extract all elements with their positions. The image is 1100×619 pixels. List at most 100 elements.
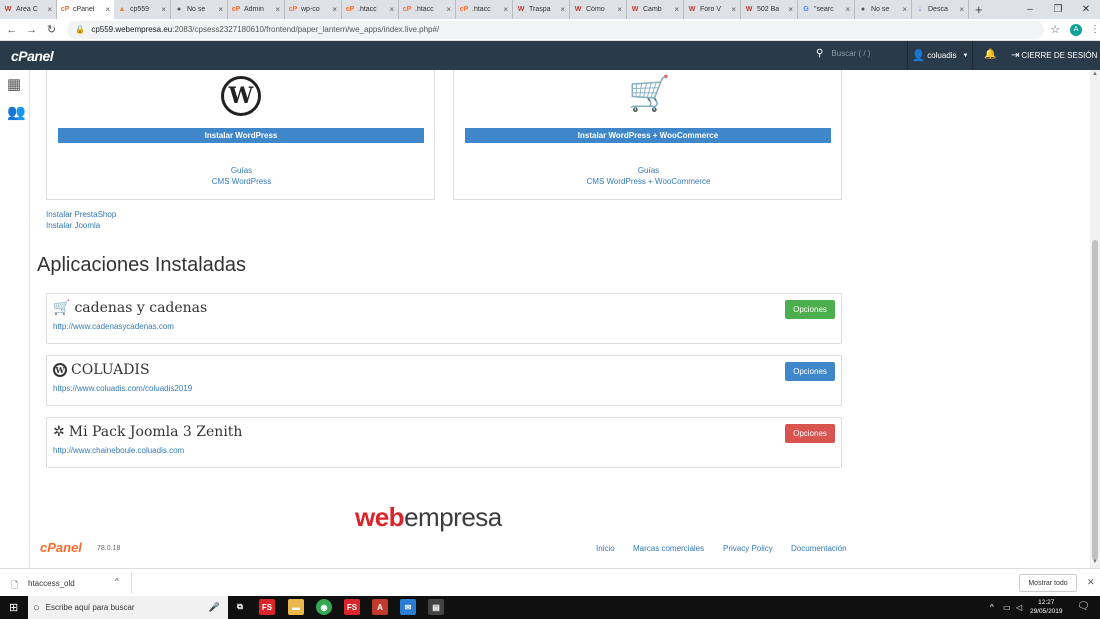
- bookmark-star-icon[interactable]: ☆: [1050, 23, 1060, 36]
- minimize-icon[interactable]: –: [1016, 0, 1044, 19]
- username: coluadis: [927, 51, 957, 60]
- install-wordpress-button[interactable]: Instalar WordPress: [58, 128, 424, 143]
- install-woocommerce-button[interactable]: Instalar WordPress + WooCommerce: [465, 128, 831, 143]
- browser-tab[interactable]: cP .htacc ×: [342, 0, 399, 19]
- microphone-icon[interactable]: 🎤: [209, 602, 220, 613]
- close-tab-icon[interactable]: ×: [446, 5, 451, 14]
- scroll-down-icon[interactable]: ▼: [1092, 559, 1098, 565]
- footer-link-docs[interactable]: Documentación: [791, 544, 847, 553]
- cpanel-logo[interactable]: cPanel: [11, 48, 54, 64]
- foxit-app-icon-2[interactable]: FS: [344, 599, 360, 615]
- browser-tab[interactable]: W Área C ×: [0, 0, 57, 19]
- logout-button[interactable]: ⇥ CIERRE DE SESIÓN: [1011, 50, 1097, 61]
- footer-link-privacy[interactable]: Privacy Policy: [723, 544, 773, 553]
- browser-tab[interactable]: ● No se ×: [171, 0, 228, 19]
- forward-icon[interactable]: →: [24, 24, 40, 36]
- users-icon[interactable]: 👥: [7, 103, 26, 121]
- tab-favicon-icon: cP: [288, 6, 298, 13]
- download-bar: 🗋 htaccess_old ^ Mostrar todo ✕: [0, 568, 1100, 596]
- user-menu[interactable]: 👤 coluadis ▼: [907, 41, 973, 70]
- address-bar[interactable]: 🔒 cp559.webempresa.eu:2083/cpsess2327180…: [67, 20, 1045, 39]
- close-tab-icon[interactable]: ×: [275, 5, 280, 14]
- bell-icon[interactable]: 🔔: [984, 49, 996, 60]
- browser-tab[interactable]: ↓ Desca ×: [912, 0, 969, 19]
- network-icon[interactable]: ▭: [1003, 603, 1011, 612]
- close-tab-icon[interactable]: ×: [617, 5, 622, 14]
- app-icon[interactable]: ▤: [428, 599, 444, 615]
- browser-tab[interactable]: cP wp-co ×: [285, 0, 342, 19]
- close-tab-icon[interactable]: ×: [560, 5, 565, 14]
- install-joomla-link[interactable]: Instalar Joomla: [46, 221, 100, 230]
- footer-link-trademarks[interactable]: Marcas comerciales: [633, 544, 704, 553]
- cms-wordpress-link[interactable]: CMS WordPress: [47, 177, 436, 186]
- new-tab-icon[interactable]: +: [975, 2, 983, 17]
- windows-start-icon[interactable]: ⊞: [9, 601, 18, 614]
- back-icon[interactable]: ←: [4, 24, 20, 36]
- close-tab-icon[interactable]: ×: [503, 5, 508, 14]
- download-filename[interactable]: htaccess_old: [28, 579, 75, 588]
- browser-tab[interactable]: W Traspa ×: [513, 0, 570, 19]
- taskbar-search-input[interactable]: Escribe aquí para buscar: [46, 603, 135, 612]
- volume-icon[interactable]: ◁: [1016, 603, 1022, 612]
- app-url-link[interactable]: https://www.coluadis.com/coluadis2019: [53, 384, 192, 393]
- close-tab-icon[interactable]: ×: [845, 5, 850, 14]
- app-options-button[interactable]: Opciones: [785, 362, 835, 381]
- browser-tab[interactable]: cP cPanel ×: [57, 0, 114, 19]
- scrollbar-thumb[interactable]: [1092, 240, 1098, 560]
- close-tab-icon[interactable]: ×: [47, 5, 52, 14]
- browser-tab[interactable]: W Cómo ×: [570, 0, 627, 19]
- search-input[interactable]: Buscar ( / ): [831, 49, 870, 58]
- chevron-up-icon[interactable]: ^: [115, 577, 119, 586]
- clock[interactable]: 12:27 29/05/2019: [1030, 598, 1063, 616]
- restore-icon[interactable]: ❐: [1044, 0, 1072, 19]
- footer-link-inicio[interactable]: Inicio: [596, 544, 615, 553]
- reload-icon[interactable]: ↻: [44, 23, 60, 36]
- scroll-up-icon[interactable]: ▲: [1092, 71, 1098, 77]
- logout-icon: ⇥: [1011, 50, 1020, 61]
- browser-tab[interactable]: cP .htacc ×: [399, 0, 456, 19]
- app-options-button[interactable]: Opciones: [785, 300, 835, 319]
- profile-avatar[interactable]: A: [1070, 23, 1082, 36]
- install-prestashop-link[interactable]: Instalar PrestaShop: [46, 210, 116, 219]
- app-url-link[interactable]: http://www.cadenasycadenas.com: [53, 322, 174, 331]
- browser-tab[interactable]: ▲ cp559 ×: [114, 0, 171, 19]
- task-view-icon[interactable]: ⧉: [232, 599, 248, 615]
- close-tab-icon[interactable]: ×: [105, 5, 110, 14]
- browser-menu-icon[interactable]: ⋮: [1090, 24, 1100, 35]
- close-tab-icon[interactable]: ×: [959, 5, 964, 14]
- close-tab-icon[interactable]: ×: [902, 5, 907, 14]
- grid-apps-icon[interactable]: ▦: [7, 75, 21, 93]
- browser-tab[interactable]: ● No se ×: [855, 0, 912, 19]
- browser-tab[interactable]: W Camb ×: [627, 0, 684, 19]
- close-tab-icon[interactable]: ×: [788, 5, 793, 14]
- taskbar-search[interactable]: ○ Escribe aquí para buscar 🎤: [28, 596, 228, 619]
- chrome-icon[interactable]: ◉: [316, 599, 332, 615]
- browser-tab[interactable]: cP Admin ×: [228, 0, 285, 19]
- app-options-button[interactable]: Opciones: [785, 424, 835, 443]
- cpanel-search[interactable]: ⚲ Buscar ( / ): [816, 48, 870, 59]
- guides-link[interactable]: Guías: [454, 166, 843, 175]
- close-tab-icon[interactable]: ×: [332, 5, 337, 14]
- file-explorer-icon[interactable]: ▬: [288, 599, 304, 615]
- app-url-link[interactable]: http://www.chaineboule.coluadis.com: [53, 446, 184, 455]
- close-window-icon[interactable]: ✕: [1072, 0, 1100, 19]
- cms-woocommerce-link[interactable]: CMS WordPress + WooCommerce: [454, 177, 843, 186]
- guides-link[interactable]: Guías: [47, 166, 436, 175]
- acrobat-icon[interactable]: A: [372, 599, 388, 615]
- mail-app-icon[interactable]: ✉: [400, 599, 416, 615]
- browser-tab[interactable]: G "searc ×: [798, 0, 855, 19]
- close-tab-icon[interactable]: ×: [161, 5, 166, 14]
- close-tab-icon[interactable]: ×: [731, 5, 736, 14]
- notifications-icon[interactable]: 🗨: [1077, 601, 1090, 612]
- show-all-downloads-button[interactable]: Mostrar todo: [1019, 574, 1077, 592]
- page-scrollbar[interactable]: ▲ ▼: [1090, 70, 1100, 568]
- browser-tab[interactable]: cP .htacc ×: [456, 0, 513, 19]
- close-tab-icon[interactable]: ×: [389, 5, 394, 14]
- close-tab-icon[interactable]: ×: [674, 5, 679, 14]
- tray-chevron-icon[interactable]: ^: [990, 603, 994, 612]
- close-tab-icon[interactable]: ×: [218, 5, 223, 14]
- foxit-app-icon[interactable]: FS: [259, 599, 275, 615]
- browser-tab[interactable]: W Foro V ×: [684, 0, 741, 19]
- close-icon[interactable]: ✕: [1087, 577, 1095, 588]
- browser-tab[interactable]: W 502 Ba ×: [741, 0, 798, 19]
